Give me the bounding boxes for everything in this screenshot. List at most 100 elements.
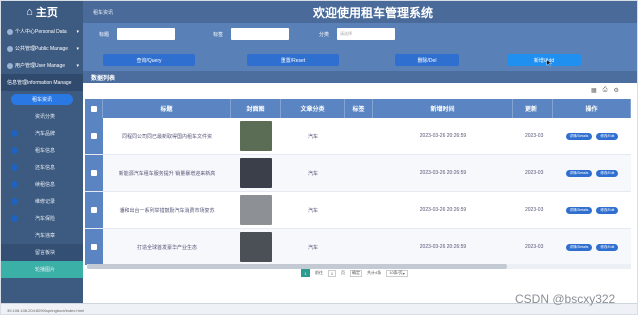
col-title[interactable]: 标题 [103, 99, 231, 118]
sidebar-group-information[interactable]: 信息管理Information Manage [1, 74, 83, 91]
sidebar-item-label: 汽车保险 [35, 216, 56, 222]
row-title: 新能源汽车租车服务提升 销量暴增迎来新高 [118, 170, 216, 177]
print-icon[interactable]: ⎙ [603, 87, 608, 94]
row-title: 潘和出台一系列举措鼓励汽车消费市场复苏 [119, 207, 215, 214]
row-title: 打造全球首发豪华产业生态 [136, 244, 197, 251]
menu-dot-icon [11, 181, 18, 188]
users-icon [7, 62, 13, 69]
sidebar-item-messages[interactable]: 留言板块 [1, 244, 83, 261]
sidebar-group-label: 个人中心Personal Data [15, 29, 67, 35]
details-button[interactable]: 详情/Details [565, 243, 593, 251]
sidebar-item-label: 还车信息 [35, 165, 56, 171]
sidebar-item-violation[interactable]: 汽车违章 [1, 227, 83, 244]
sidebar-item-label: 资讯分类 [35, 114, 56, 120]
sidebar-logo[interactable]: ⌂ 主页 [1, 1, 83, 23]
sidebar-item-category[interactable]: 资讯分类 [1, 108, 83, 125]
sidebar-item-label: 留言板块 [35, 250, 56, 256]
sidebar-item-renew[interactable]: 续租信息 [1, 176, 83, 193]
col-update[interactable]: 更新 [513, 99, 553, 118]
tag-search-label: 标签 [212, 31, 223, 38]
col-operation: 操作 [553, 99, 631, 118]
sidebar-item-return[interactable]: 还车信息 [1, 159, 83, 176]
chevron-down-icon: ▾ [76, 62, 79, 69]
page-current[interactable]: 1 [301, 269, 310, 277]
row-time: 2023-03-26 20:26:59 [419, 244, 467, 250]
row-checkbox[interactable] [85, 192, 103, 228]
category-search-label: 分类 [318, 31, 329, 38]
breadcrumb[interactable]: 租车资讯 [93, 9, 113, 16]
edit-button[interactable]: 修改/Edit [596, 243, 619, 251]
title-search-input[interactable] [117, 28, 175, 40]
row-time: 2023-03-26 20:26:59 [419, 207, 467, 213]
watermark: CSDN @bscxy322 [515, 292, 616, 306]
row-cover[interactable] [231, 155, 281, 191]
select-all-checkbox[interactable] [85, 99, 103, 118]
row-checkbox[interactable] [85, 118, 103, 154]
table-row: 潘和出台一系列举措鼓励汽车消费市场复苏 汽车 2023-03-26 20:26:… [85, 192, 631, 229]
details-button[interactable]: 详情/Details [565, 206, 593, 214]
sidebar-item-carousel[interactable]: 轮播图片 [1, 261, 83, 278]
search-panel: 标题 标签 分类 请选择 查询/Query 重置/Reset 删除/Del 新增… [83, 23, 637, 71]
sidebar-item-rental[interactable]: 租车信息 [1, 142, 83, 159]
cover-image [240, 158, 272, 188]
checkbox-icon [90, 105, 97, 112]
row-actions: 详情/Details 修改/Edit [553, 229, 631, 265]
details-button[interactable]: 详情/Details [565, 132, 593, 140]
sidebar-item-insurance[interactable]: 汽车保险 [1, 210, 83, 227]
export-icon[interactable]: ⚙ [613, 87, 618, 94]
mouse-cursor-icon [546, 59, 553, 67]
checkbox-icon [91, 207, 97, 213]
row-tag [345, 229, 373, 265]
reset-button[interactable]: 重置/Reset [247, 54, 339, 66]
row-cover[interactable] [231, 118, 281, 154]
chevron-down-icon: ▾ [76, 45, 79, 52]
confirm-button[interactable]: 确定 [350, 269, 362, 277]
edit-button[interactable]: 修改/Edit [596, 206, 619, 214]
edit-button[interactable]: 修改/Edit [596, 132, 619, 140]
page-unit: 页 [341, 270, 345, 275]
col-cover: 封面图 [231, 99, 281, 118]
top-header: 租车资讯 欢迎使用租车管理系统 [83, 1, 637, 23]
row-checkbox[interactable] [85, 229, 103, 265]
category-select[interactable]: 请选择 [337, 28, 395, 40]
checkbox-icon [91, 244, 97, 250]
category-search-field: 分类 请选择 [307, 28, 395, 40]
page-title: 欢迎使用租车管理系统 [313, 5, 434, 20]
total-count: 共计4条 [367, 270, 382, 275]
col-time[interactable]: 新增时间 [373, 99, 513, 118]
data-table: 标题 封面图 文章分类 标签 新增时间 更新 操作 同程同公司同已最新取得国内租… [85, 99, 631, 265]
sidebar-group-user[interactable]: 用户管理User Manage ▾ [1, 57, 83, 74]
row-title: 同程同公司同已最新取得国内租车文件资 [121, 133, 212, 140]
row-checkbox[interactable] [85, 155, 103, 191]
sidebar-group-personal[interactable]: 个人中心Personal Data ▾ [1, 23, 83, 40]
tag-search-input[interactable] [231, 28, 289, 40]
row-actions: 详情/Details 修改/Edit [553, 118, 631, 154]
sidebar-logo-label: 主页 [35, 7, 58, 19]
sidebar-group-public[interactable]: 公共管理Public Manage ▾ [1, 40, 83, 57]
table-row: 同程同公司同已最新取得国内租车文件资 汽车 2023-03-26 20:26:5… [85, 118, 631, 155]
query-button[interactable]: 查询/Query [103, 54, 195, 66]
edit-button[interactable]: 修改/Edit [596, 169, 619, 177]
menu-dot-icon [11, 215, 18, 222]
delete-button[interactable]: 删除/Del [395, 54, 459, 66]
sidebar-item-active[interactable]: 租车资讯 [11, 94, 73, 105]
sidebar-menu: 个人中心Personal Data ▾ 公共管理Public Manage ▾ … [1, 23, 83, 278]
row-category: 汽车 [307, 207, 318, 214]
row-tag [345, 155, 373, 191]
page-input[interactable]: 1 [328, 269, 336, 277]
sidebar-item-repair[interactable]: 维修记录 [1, 193, 83, 210]
chevron-down-icon: ▾ [76, 28, 79, 35]
sidebar-item-label: 租车信息 [35, 148, 56, 154]
add-button[interactable]: 新增/Add [507, 54, 581, 66]
scrollbar-thumb[interactable] [87, 264, 507, 269]
menu-dot-icon [11, 130, 18, 137]
page-size-select[interactable]: 10条/页 ▾ [386, 269, 408, 277]
row-cover[interactable] [231, 229, 281, 265]
filter-icon[interactable]: ▦ [591, 87, 597, 94]
sidebar-item-brand[interactable]: 汽车品牌 [1, 125, 83, 142]
row-cover[interactable] [231, 192, 281, 228]
menu-dot-icon [11, 198, 18, 205]
col-category[interactable]: 文章分类 [281, 99, 345, 118]
details-button[interactable]: 详情/Details [565, 169, 593, 177]
menu-dot-icon [11, 147, 18, 154]
